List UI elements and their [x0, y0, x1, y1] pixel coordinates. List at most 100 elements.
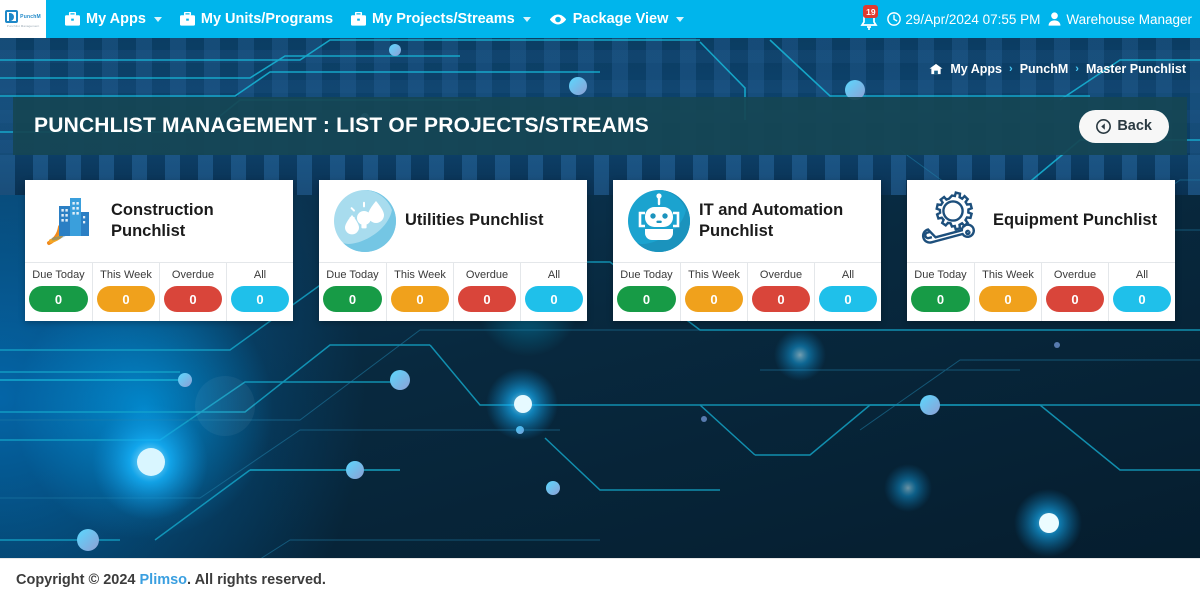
stat-label: All: [253, 269, 267, 281]
stat-label: Due Today: [32, 269, 85, 281]
card-title: Construction Punchlist: [111, 200, 214, 240]
card-it-and-automation-punchlist[interactable]: IT and Automation Punchlist Due Today 0 …: [613, 180, 881, 321]
stat-label: Due Today: [326, 269, 379, 281]
nav-item-my-apps[interactable]: My Apps: [56, 0, 171, 38]
robot-icon: [623, 185, 695, 257]
brand-tagline: Punchlist Management: [6, 24, 40, 28]
stat-overdue: Overdue 0: [1041, 263, 1108, 321]
punchlist-card-grid: Construction Punchlist Due Today 0 This …: [25, 180, 1175, 321]
brand-name: PunchM: [20, 13, 41, 20]
copyright-suffix: . All rights reserved.: [187, 571, 326, 588]
stat-pill-overdue[interactable]: 0: [164, 286, 222, 312]
card-stat-row: Due Today 0 This Week 0 Overdue 0 All 0: [319, 262, 587, 321]
back-button-label: Back: [1117, 118, 1152, 134]
card-stat-row: Due Today 0 This Week 0 Overdue 0 All 0: [613, 262, 881, 321]
user-name: Warehouse Manager: [1066, 11, 1192, 27]
notifications-button[interactable]: 19: [859, 5, 879, 31]
stat-due-today: Due Today 0: [907, 263, 974, 321]
card-construction-punchlist[interactable]: Construction Punchlist Due Today 0 This …: [25, 180, 293, 321]
breadcrumb: My Apps › PunchM › Master Punchlist: [929, 62, 1186, 76]
stat-pill-this-week[interactable]: 0: [391, 286, 449, 312]
stat-overdue: Overdue 0: [159, 263, 226, 321]
user-icon: [1048, 12, 1061, 26]
back-arrow-circle-icon: [1096, 118, 1112, 134]
navbar-menu: My Apps My Units/Programs My Projects/St…: [56, 0, 693, 38]
card-utilities-punchlist[interactable]: Utilities Punchlist Due Today 0 This Wee…: [319, 180, 587, 321]
stat-label: All: [841, 269, 855, 281]
nav-item-label: Package View: [572, 11, 669, 27]
notification-count-badge: 19: [863, 5, 879, 18]
stat-this-week: This Week 0: [92, 263, 159, 321]
stat-pill-due-today[interactable]: 0: [323, 286, 382, 312]
breadcrumb-item-master-punchlist: Master Punchlist: [1085, 62, 1186, 76]
stat-pill-this-week[interactable]: 0: [979, 286, 1037, 312]
nav-item-package-view[interactable]: Package View: [540, 0, 694, 38]
stat-pill-this-week[interactable]: 0: [685, 286, 743, 312]
stat-label: This Week: [982, 269, 1034, 281]
card-header: Equipment Punchlist: [907, 180, 1175, 262]
eye-icon: [549, 14, 566, 24]
nav-item-my-units-programs[interactable]: My Units/Programs: [171, 0, 342, 38]
stat-due-today: Due Today 0: [319, 263, 386, 321]
gear-wrench-icon: [917, 185, 989, 257]
card-header: IT and Automation Punchlist: [613, 180, 881, 262]
brand-logo[interactable]: PunchM Punchlist Management: [0, 0, 46, 38]
back-button[interactable]: Back: [1079, 109, 1169, 143]
breadcrumb-item-my-apps[interactable]: My Apps: [950, 62, 1002, 76]
stat-label: All: [547, 269, 561, 281]
page-header-bar: PUNCHLIST MANAGEMENT : LIST OF PROJECTS/…: [13, 97, 1187, 155]
stat-label: Overdue: [465, 269, 509, 281]
plimso-link[interactable]: Plimso: [140, 572, 188, 588]
stat-this-week: This Week 0: [680, 263, 747, 321]
nav-item-my-projects-streams[interactable]: My Projects/Streams: [342, 0, 540, 38]
copyright-text: Copyright © 2024 Plimso. All rights rese…: [16, 572, 326, 588]
stat-pill-all[interactable]: 0: [819, 286, 877, 312]
stat-all: All 0: [226, 263, 293, 321]
nav-item-label: My Projects/Streams: [372, 11, 515, 27]
stat-pill-overdue[interactable]: 0: [752, 286, 810, 312]
punchm-logo-icon: [5, 10, 19, 23]
stat-all: All 0: [520, 263, 587, 321]
copyright-prefix: Copyright © 2024: [16, 571, 140, 588]
stat-pill-due-today[interactable]: 0: [617, 286, 676, 312]
home-icon: [929, 63, 943, 75]
stat-due-today: Due Today 0: [25, 263, 92, 321]
stat-label: This Week: [100, 269, 152, 281]
chevron-down-icon: [522, 16, 531, 22]
nav-item-label: My Units/Programs: [200, 11, 334, 27]
construction-building-icon: [35, 185, 107, 257]
user-menu[interactable]: Warehouse Manager: [1048, 12, 1192, 27]
page-footer: Copyright © 2024 Plimso. All rights rese…: [0, 558, 1200, 600]
stat-all: All 0: [1108, 263, 1175, 321]
stat-pill-due-today[interactable]: 0: [29, 286, 88, 312]
stat-pill-overdue[interactable]: 0: [1046, 286, 1104, 312]
stat-label: Overdue: [171, 269, 215, 281]
briefcase-icon: [351, 12, 367, 26]
clock-icon: [887, 12, 902, 26]
stat-label: Overdue: [1053, 269, 1097, 281]
stat-pill-overdue[interactable]: 0: [458, 286, 516, 312]
card-equipment-punchlist[interactable]: Equipment Punchlist Due Today 0 This Wee…: [907, 180, 1175, 321]
stat-pill-due-today[interactable]: 0: [911, 286, 970, 312]
breadcrumb-separator-icon: ›: [1075, 63, 1079, 75]
chevron-down-icon: [676, 16, 685, 22]
card-stat-row: Due Today 0 This Week 0 Overdue 0 All 0: [907, 262, 1175, 321]
breadcrumb-item-punchm[interactable]: PunchM: [1020, 62, 1069, 76]
stat-pill-all[interactable]: 0: [525, 286, 583, 312]
stat-label: This Week: [394, 269, 446, 281]
utilities-waterdrop-bulb-icon: [329, 185, 401, 257]
breadcrumb-separator-icon: ›: [1009, 63, 1013, 75]
chevron-down-icon: [153, 16, 162, 22]
stat-label: This Week: [688, 269, 740, 281]
stat-label: All: [1135, 269, 1149, 281]
datetime-text: 29/Apr/2024 07:55 PM: [905, 11, 1041, 27]
page-title: PUNCHLIST MANAGEMENT : LIST OF PROJECTS/…: [34, 114, 649, 137]
stat-this-week: This Week 0: [386, 263, 453, 321]
stat-label: Overdue: [759, 269, 803, 281]
top-navbar: PunchM Punchlist Management My Apps My U…: [0, 0, 1200, 38]
stat-pill-all[interactable]: 0: [231, 286, 289, 312]
stat-all: All 0: [814, 263, 881, 321]
stat-due-today: Due Today 0: [613, 263, 680, 321]
stat-pill-all[interactable]: 0: [1113, 286, 1171, 312]
stat-pill-this-week[interactable]: 0: [97, 286, 155, 312]
